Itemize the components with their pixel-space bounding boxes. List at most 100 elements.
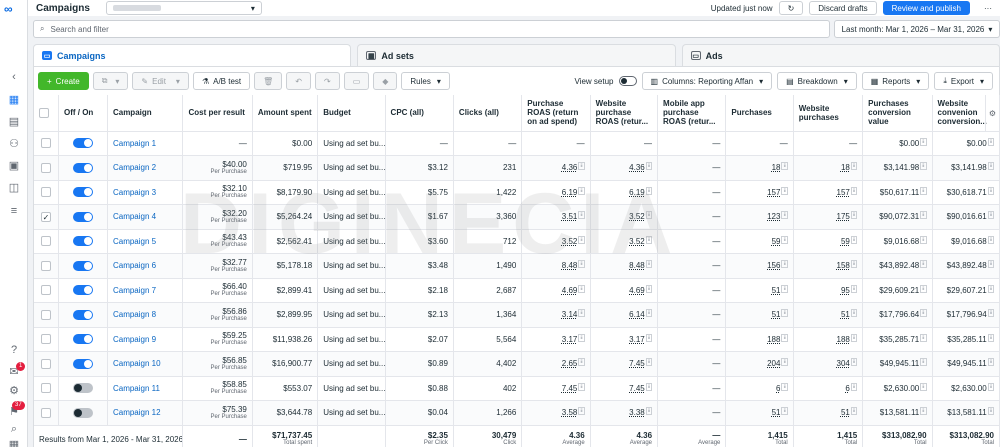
campaign-link[interactable]: Campaign 1 — [113, 139, 156, 148]
discard-drafts-button[interactable]: Discard drafts — [809, 1, 877, 15]
row-checkbox[interactable]: ✓ — [40, 211, 51, 222]
website-purchases-value[interactable]: 51 — [841, 408, 850, 417]
campaign-toggle[interactable] — [72, 407, 93, 418]
website-roas-value[interactable]: 3.38 — [629, 408, 645, 417]
purchases-value[interactable]: 156 — [767, 261, 780, 270]
campaign-link[interactable]: Campaign 4 — [113, 212, 156, 221]
website-purchases-value[interactable]: 95 — [841, 286, 850, 295]
reports-button[interactable]: ▦ Reports ▾ — [861, 72, 930, 90]
website-purchases-value[interactable]: 6 — [845, 384, 849, 393]
campaign-toggle[interactable] — [72, 260, 93, 271]
purchases-value[interactable]: 204 — [767, 359, 780, 368]
website-roas-value[interactable]: — — [644, 139, 652, 148]
website-roas-value[interactable]: 6.14 — [629, 310, 645, 319]
breakdown-button[interactable]: ▤ Breakdown ▾ — [777, 72, 857, 90]
campaign-link[interactable]: Campaign 2 — [113, 163, 156, 172]
website-purchases-value[interactable]: 157 — [837, 188, 850, 197]
search-input[interactable]: Search and filter — [50, 25, 108, 34]
purchase-roas-value[interactable]: 3.58 — [562, 408, 578, 417]
purchase-roas-value[interactable]: 2.65 — [562, 359, 578, 368]
website-purchases-value[interactable]: 158 — [837, 261, 850, 270]
campaign-toggle[interactable] — [72, 309, 93, 320]
col-header-website-purchases[interactable]: Website purchases — [793, 95, 864, 132]
purchases-value[interactable]: 51 — [772, 286, 781, 295]
website-roas-value[interactable]: 3.52 — [629, 212, 645, 221]
export-button[interactable]: ⤓ Export ▾ — [934, 72, 993, 90]
tab-ads[interactable]: ▭ Ads — [681, 44, 1000, 66]
col-header-cost-per-result[interactable]: Cost per result — [182, 95, 253, 132]
columns-button[interactable]: ▥ Columns: Reporting Affan ▾ — [641, 72, 773, 90]
table-row[interactable]: Campaign 7 $66.40 Per Purchase $2,899.41 … — [34, 278, 1000, 303]
duplicate-button[interactable]: ⧉ ▾ — [92, 72, 129, 90]
col-header-clicks[interactable]: Clicks (all) — [453, 95, 523, 132]
website-purchases-value[interactable]: 18 — [841, 163, 850, 172]
col-header-cpc[interactable]: CPC (all) — [385, 95, 454, 132]
campaign-link[interactable]: Campaign 7 — [113, 286, 156, 295]
campaign-link[interactable]: Campaign 6 — [113, 261, 156, 270]
purchase-roas-value[interactable]: 4.36 — [562, 163, 578, 172]
table-view-icon[interactable]: ▦ — [6, 92, 22, 106]
website-purchases-value[interactable]: — — [849, 139, 857, 148]
redo-button[interactable]: ↷ — [314, 72, 340, 90]
purchases-value[interactable]: — — [780, 139, 788, 148]
edit-button[interactable]: ✎ Edit ▾ — [132, 72, 189, 90]
website-roas-value[interactable]: 7.45 — [629, 359, 645, 368]
help-icon[interactable]: ? — [6, 343, 22, 357]
col-header-mobile-app-purchase-roas[interactable]: Mobile app purchase ROAS (retur... — [657, 95, 727, 132]
collapse-nav-icon[interactable]: ‹ — [6, 70, 22, 84]
grid-icon[interactable]: ▦ — [6, 437, 22, 447]
col-header-campaign[interactable]: Campaign — [107, 95, 184, 132]
table-row[interactable]: Campaign 2 $40.00 Per Purchase $719.95 Us… — [34, 155, 1000, 181]
rules-button[interactable]: Rules ▾ — [401, 72, 450, 90]
table-row[interactable]: Campaign 3 $32.10 Per Purchase $8,179.90 … — [34, 180, 1000, 205]
row-checkbox[interactable] — [40, 260, 51, 271]
more-options-button[interactable]: ··· — [976, 1, 1000, 15]
purchase-roas-value[interactable]: 8.48 — [562, 261, 578, 270]
date-range-picker[interactable]: Last month: Mar 1, 2026 – Mar 31, 2026 ▾ — [834, 20, 1000, 38]
layers-icon[interactable]: ◫ — [6, 180, 22, 194]
preview-button[interactable]: ▭ — [343, 72, 370, 90]
delete-button[interactable]: 🗑 — [254, 72, 283, 90]
website-roas-value[interactable]: 7.45 — [629, 384, 645, 393]
campaign-link[interactable]: Campaign 9 — [113, 335, 156, 344]
select-all-checkbox[interactable] — [39, 107, 49, 118]
meta-logo-icon[interactable]: ∞ — [4, 2, 24, 16]
col-header-purchases[interactable]: Purchases — [725, 95, 794, 132]
purchases-value[interactable]: 18 — [772, 163, 781, 172]
row-checkbox[interactable] — [40, 383, 51, 394]
website-roas-value[interactable]: 6.19 — [629, 188, 645, 197]
purchases-value[interactable]: 6 — [776, 384, 780, 393]
campaign-toggle[interactable] — [72, 138, 93, 149]
undo-button[interactable]: ↶ — [286, 72, 311, 90]
purchases-value[interactable]: 188 — [767, 335, 780, 344]
settings-gear-icon[interactable]: ⚙ — [6, 383, 22, 397]
table-row[interactable]: Campaign 11 $58.85 Per Purchase $553.07 U… — [34, 376, 1000, 401]
col-header-purchases-conversion-value[interactable]: Purchases conversion value — [862, 95, 933, 132]
campaign-toggle[interactable] — [72, 187, 93, 198]
catalog-icon[interactable]: ▣ — [6, 158, 22, 172]
campaign-toggle[interactable] — [72, 358, 93, 369]
purchase-roas-value[interactable]: 3.17 — [562, 335, 578, 344]
website-roas-value[interactable]: 8.48 — [629, 261, 645, 270]
campaign-toggle[interactable] — [72, 162, 93, 173]
purchase-roas-value[interactable]: 4.69 — [562, 286, 578, 295]
campaign-toggle[interactable] — [72, 285, 93, 296]
purchases-value[interactable]: 51 — [772, 408, 781, 417]
website-roas-value[interactable]: 4.69 — [629, 286, 645, 295]
col-header-amount-spent[interactable]: Amount spent — [252, 95, 319, 132]
purchase-roas-value[interactable]: 3.52 — [562, 237, 578, 246]
table-row[interactable]: Campaign 8 $56.86 Per Purchase $2,899.95 … — [34, 302, 1000, 328]
tab-campaigns[interactable]: ▭ Campaigns — [33, 44, 352, 66]
menu-icon[interactable]: ≡ — [6, 204, 22, 218]
campaign-toggle[interactable] — [72, 334, 93, 345]
campaign-link[interactable]: Campaign 11 — [113, 384, 160, 393]
col-header-website-purchase-roas[interactable]: Website purchase ROAS (retur... — [590, 95, 659, 132]
table-row[interactable]: Campaign 10 $56.85 Per Purchase $16,900.7… — [34, 351, 1000, 377]
website-roas-value[interactable]: 3.17 — [629, 335, 645, 344]
table-row[interactable]: Campaign 1 — $0.00 Using ad set bu... — … — [34, 131, 1000, 156]
purchase-roas-value[interactable]: 7.45 — [562, 384, 578, 393]
website-purchases-value[interactable]: 188 — [837, 335, 850, 344]
row-checkbox[interactable] — [40, 407, 51, 418]
table-row[interactable]: ✓ Campaign 4 $32.20 Per Purchase $5,264.2… — [34, 204, 1000, 230]
website-roas-value[interactable]: 3.52 — [629, 237, 645, 246]
